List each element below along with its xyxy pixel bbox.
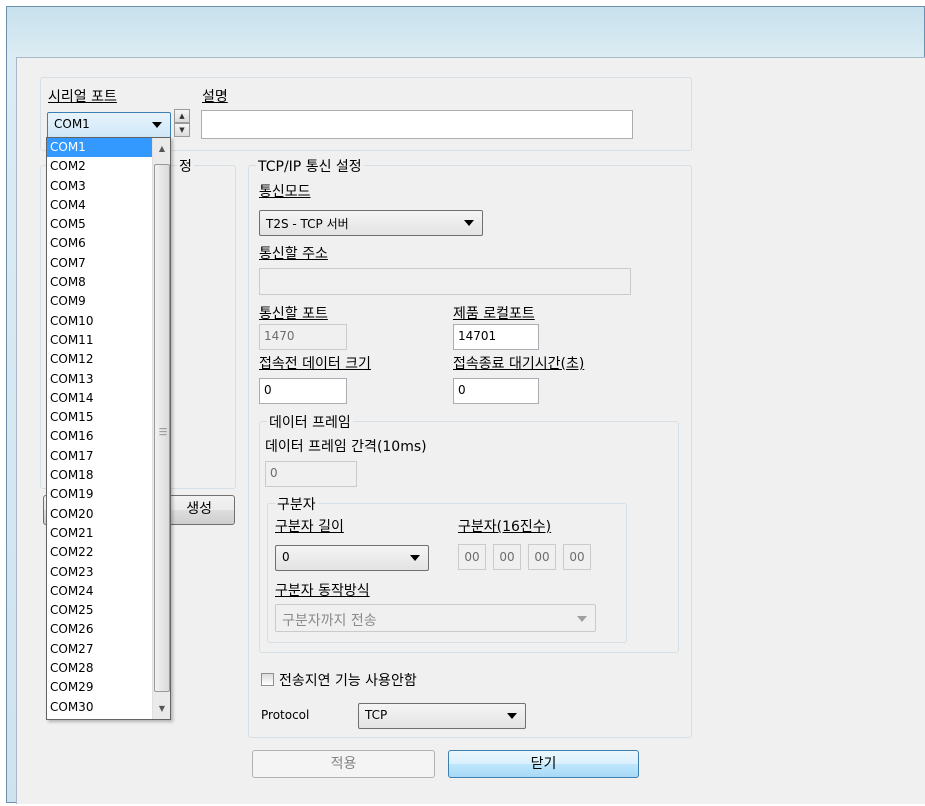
remote-port-input[interactable]: 1470 — [259, 324, 347, 350]
scroll-down-arrow-icon[interactable]: ▼ — [154, 700, 170, 717]
serial-port-combo-value: COM1 — [54, 117, 90, 131]
protocol-value: TCP — [365, 708, 388, 722]
apply-button[interactable]: 적용 — [252, 750, 435, 778]
delimiter-title: 구분자 — [275, 494, 318, 514]
delimiter-length-combo[interactable]: 0 — [275, 545, 429, 571]
data-frame-title: 데이터 프레임 — [267, 412, 353, 432]
delimiter-hex-input-4[interactable]: 00 — [563, 544, 591, 570]
scrollbar-thumb[interactable]: — — — — [154, 164, 170, 692]
protocol-label: Protocol — [261, 708, 310, 722]
scroll-up-arrow-icon[interactable]: ▲ — [154, 140, 170, 157]
local-port-label: 제품 로컬포트 — [453, 306, 535, 322]
chevron-down-icon — [410, 555, 420, 561]
no-delay-checkbox[interactable] — [261, 673, 274, 686]
serial-settings-title-fragment: 정 — [177, 156, 194, 176]
grip-icon: — — — — [159, 424, 167, 439]
serial-port-combo[interactable]: COM1 — [47, 112, 171, 139]
chevron-down-icon — [507, 713, 517, 719]
description-input[interactable] — [201, 110, 633, 139]
address-label: 통신할 주소 — [259, 246, 328, 262]
protocol-combo[interactable]: TCP — [358, 703, 526, 729]
chevron-down-icon — [152, 122, 162, 128]
delimiter-mode-label: 구분자 동작방식 — [275, 583, 370, 599]
description-label: 설명 — [202, 89, 228, 105]
no-delay-label: 전송지연 기능 사용안함 — [279, 673, 417, 689]
delimiter-mode-value: 구분자까지 전송 — [282, 613, 377, 629]
spin-down-button[interactable]: ▼ — [174, 123, 190, 137]
delimiter-mode-combo[interactable]: 구분자까지 전송 — [275, 604, 596, 632]
create-button-label: 생성 — [186, 501, 212, 517]
chevron-down-icon — [464, 220, 474, 226]
serial-port-label: 시리얼 포트 — [48, 89, 117, 105]
frame-interval-label: 데이터 프레임 간격(10ms) — [265, 439, 427, 455]
delimiter-length-label: 구분자 길이 — [275, 519, 344, 535]
tcp-settings-title: TCP/IP 통신 설정 — [256, 156, 364, 176]
comm-mode-combo[interactable]: T2S - TCP 서버 — [259, 210, 483, 236]
close-button[interactable]: 닫기 — [448, 750, 639, 778]
delimiter-length-value: 0 — [282, 550, 290, 564]
frame-interval-input[interactable]: 0 — [265, 461, 357, 487]
spin-up-button[interactable]: ▲ — [174, 109, 190, 123]
pre-data-size-input[interactable]: 0 — [259, 378, 347, 404]
comm-mode-value: T2S - TCP 서버 — [266, 217, 349, 231]
chevron-down-icon — [577, 616, 587, 622]
serial-port-dropdown-list[interactable]: COM1 COM2 COM3 COM4 COM5 COM6 COM7 COM8 COM9 COM1… — [46, 137, 171, 720]
address-input[interactable] — [259, 268, 631, 295]
delimiter-hex-label: 구분자(16진수) — [458, 519, 552, 535]
comm-mode-label: 통신모드 — [259, 184, 311, 200]
remote-port-label: 통신할 포트 — [259, 306, 328, 322]
local-port-input[interactable]: 14701 — [453, 324, 539, 350]
delimiter-hex-input-3[interactable]: 00 — [528, 544, 556, 570]
close-wait-label: 접속종료 대기시간(초) — [453, 356, 585, 372]
pre-data-size-label: 접속전 데이터 크기 — [259, 356, 371, 372]
delimiter-hex-input-2[interactable]: 00 — [493, 544, 521, 570]
dropdown-scrollbar[interactable]: ▲ — — — ▼ — [152, 138, 170, 719]
delimiter-hex-input-1[interactable]: 00 — [458, 544, 486, 570]
close-wait-input[interactable]: 0 — [453, 378, 539, 404]
